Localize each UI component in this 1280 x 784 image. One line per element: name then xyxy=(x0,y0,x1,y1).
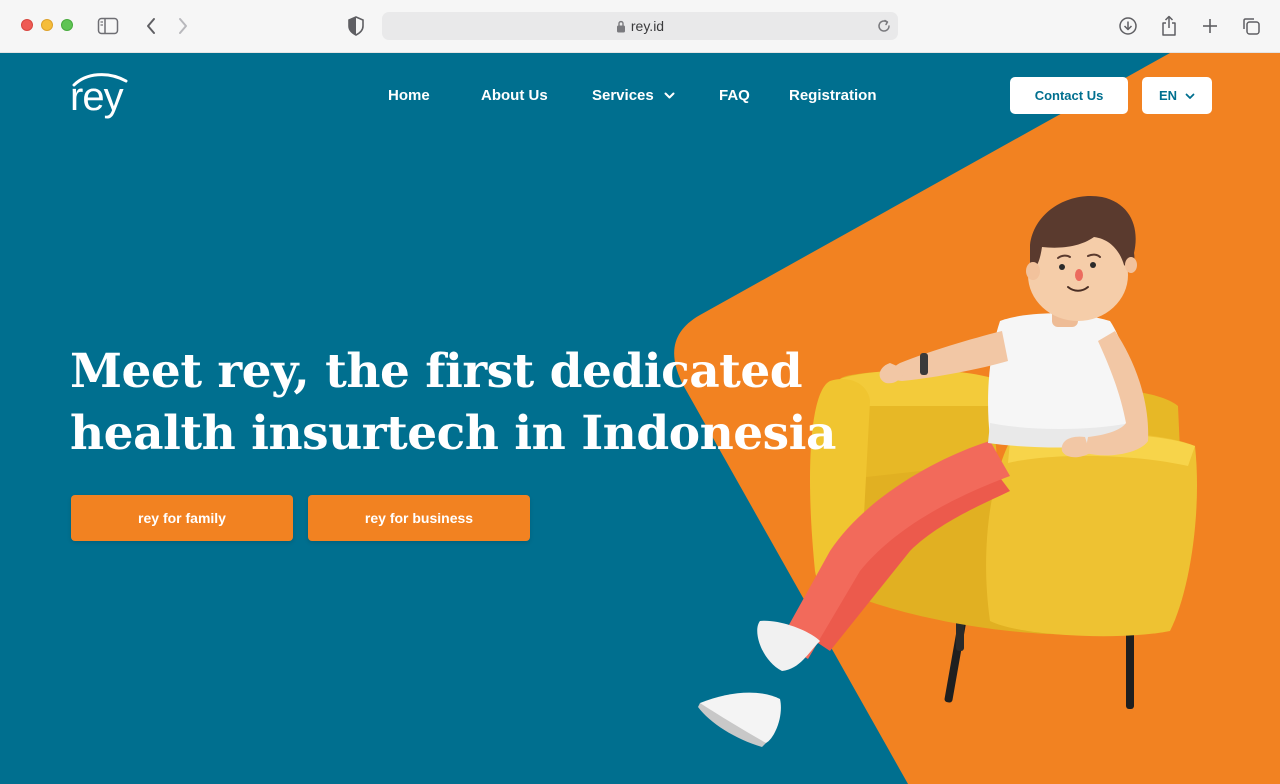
logo-text: rey xyxy=(70,75,124,119)
back-icon[interactable] xyxy=(140,15,162,37)
rey-for-family-button[interactable]: rey for family xyxy=(71,495,293,541)
minimize-window-button[interactable] xyxy=(41,19,53,31)
lock-icon xyxy=(616,20,626,33)
rey-logo[interactable]: rey xyxy=(70,71,130,121)
reload-icon[interactable] xyxy=(876,18,892,39)
forward-icon[interactable] xyxy=(172,15,194,37)
shield-icon[interactable] xyxy=(345,15,367,37)
nav-registration[interactable]: Registration xyxy=(789,87,877,105)
nav-services-label: Services xyxy=(592,87,654,104)
browser-toolbar: rey.id xyxy=(0,0,1280,53)
contact-us-button[interactable]: Contact Us xyxy=(1010,77,1128,114)
hero-title: Meet rey, the first dedicated health ins… xyxy=(70,341,836,465)
download-icon[interactable] xyxy=(1117,15,1139,37)
sidebar-icon[interactable] xyxy=(97,15,119,37)
zoom-window-button[interactable] xyxy=(61,19,73,31)
share-icon[interactable] xyxy=(1158,15,1180,37)
chevron-down-icon xyxy=(664,87,675,105)
nav-services[interactable]: Services xyxy=(592,87,675,105)
close-window-button[interactable] xyxy=(21,19,33,31)
hero-title-line-1: Meet rey, the first dedicated xyxy=(70,344,803,399)
address-bar[interactable]: rey.id xyxy=(382,12,898,40)
nav-about-us[interactable]: About Us xyxy=(481,87,548,105)
tabs-icon[interactable] xyxy=(1240,15,1262,37)
new-tab-icon[interactable] xyxy=(1199,15,1221,37)
url-text: rey.id xyxy=(630,18,665,34)
nav-home[interactable]: Home xyxy=(388,87,430,105)
chevron-down-icon xyxy=(1185,88,1195,103)
rey-for-business-button[interactable]: rey for business xyxy=(308,495,530,541)
landing-page: rey Home About Us Services FAQ Registrat… xyxy=(0,53,1280,784)
nav-faq[interactable]: FAQ xyxy=(719,87,750,105)
language-selector[interactable]: EN xyxy=(1142,77,1212,114)
person-on-armchair-illustration xyxy=(698,195,1198,747)
hero-title-line-2: health insurtech in Indonesia xyxy=(70,406,836,461)
language-label: EN xyxy=(1158,88,1178,103)
